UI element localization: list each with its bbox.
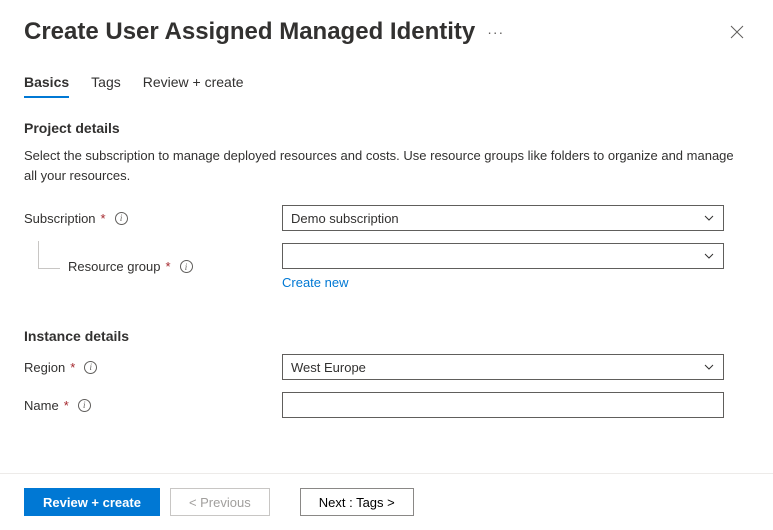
chevron-down-icon — [703, 250, 715, 262]
info-icon[interactable]: i — [78, 399, 91, 412]
subscription-select[interactable]: Demo subscription — [282, 205, 724, 231]
name-label: Name — [24, 398, 59, 413]
subscription-label: Subscription — [24, 211, 96, 226]
more-actions-button[interactable]: ··· — [487, 24, 504, 40]
region-value: West Europe — [291, 360, 366, 375]
tab-basics[interactable]: Basics — [24, 74, 69, 98]
required-mark: * — [64, 398, 69, 413]
project-details-desc: Select the subscription to manage deploy… — [24, 146, 749, 185]
required-mark: * — [166, 259, 171, 274]
tab-review[interactable]: Review + create — [143, 74, 244, 98]
project-details-heading: Project details — [24, 120, 749, 136]
required-mark: * — [70, 360, 75, 375]
chevron-down-icon — [703, 361, 715, 373]
region-label: Region — [24, 360, 65, 375]
page-title: Create User Assigned Managed Identity — [24, 18, 475, 46]
info-icon[interactable]: i — [115, 212, 128, 225]
indent-connector — [38, 241, 60, 269]
required-mark: * — [101, 211, 106, 226]
tab-bar: Basics Tags Review + create — [24, 74, 749, 98]
subscription-value: Demo subscription — [291, 211, 399, 226]
instance-details-heading: Instance details — [24, 328, 749, 344]
info-icon[interactable]: i — [180, 260, 193, 273]
next-button[interactable]: Next : Tags > — [300, 488, 414, 516]
name-input[interactable] — [282, 392, 724, 418]
resource-group-select[interactable] — [282, 243, 724, 269]
chevron-down-icon — [703, 212, 715, 224]
region-select[interactable]: West Europe — [282, 354, 724, 380]
close-icon — [730, 25, 744, 39]
footer-bar: Review + create < Previous Next : Tags > — [0, 473, 773, 530]
close-button[interactable] — [725, 20, 749, 44]
info-icon[interactable]: i — [84, 361, 97, 374]
review-create-button[interactable]: Review + create — [24, 488, 160, 516]
previous-button[interactable]: < Previous — [170, 488, 270, 516]
create-new-link[interactable]: Create new — [282, 275, 348, 290]
tab-tags[interactable]: Tags — [91, 74, 121, 98]
resource-group-label: Resource group — [68, 259, 161, 274]
